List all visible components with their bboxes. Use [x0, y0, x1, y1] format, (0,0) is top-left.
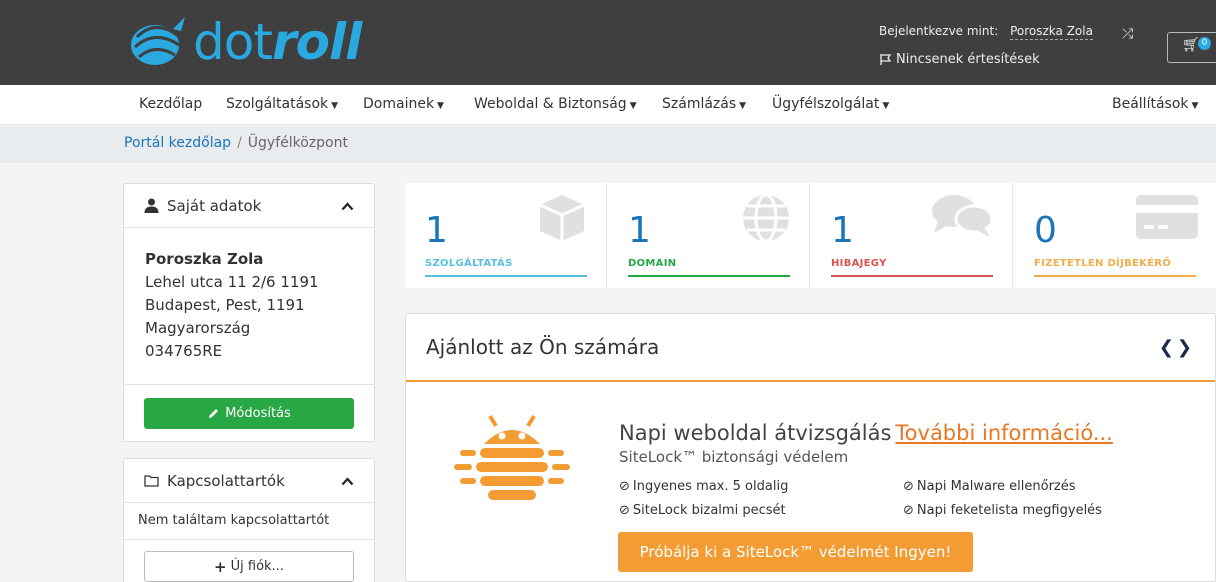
check-circle-icon: ⊘	[619, 503, 630, 518]
stat-label: SZOLGÁLTATÁS	[425, 258, 513, 269]
chevron-left-icon[interactable]: ❮	[1159, 337, 1177, 358]
sitelock-bug-icon	[454, 414, 570, 500]
nav-domains[interactable]: Domainek ▼	[363, 96, 444, 112]
nav-billing[interactable]: Számlázás ▼	[662, 96, 746, 112]
stat-value: 1	[831, 210, 854, 251]
cart-button[interactable]: 🛒︎ 0	[1167, 32, 1216, 63]
comments-icon	[932, 195, 994, 237]
chevron-right-icon[interactable]: ❯	[1177, 337, 1195, 358]
nav-home[interactable]: Kezdőlap	[139, 96, 202, 112]
breadcrumb-separator: /	[237, 135, 242, 151]
login-label: Bejelentkezve mint:	[879, 24, 999, 38]
logo-wordmark: dotroll	[193, 13, 362, 71]
stat-services[interactable]: 1 SZOLGÁLTATÁS	[405, 183, 607, 288]
contacts-empty-message: Nem találtam kapcsolattartót	[124, 503, 374, 540]
chevron-up-icon[interactable]	[341, 472, 354, 490]
chevron-up-icon[interactable]	[341, 197, 354, 215]
address-line: Magyarország	[145, 319, 251, 337]
user-icon	[144, 198, 159, 213]
breadcrumb: Portál kezdőlap / Ügyfélközpont	[0, 126, 1216, 163]
top-header: dotroll Bejelentkezve mint: Poroszka Zol…	[0, 0, 1216, 85]
armadillo-logo-icon	[131, 17, 185, 65]
recommended-card: Ajánlott az Ön számára ❮❯ Napi weboldal …	[405, 313, 1216, 582]
profile-panel: Saját adatok Poroszka Zola Lehel utca 11…	[123, 183, 375, 442]
stat-domains[interactable]: 1 DOMAIN	[608, 183, 810, 288]
carousel-arrows: ❮❯	[1159, 337, 1195, 358]
nav-services[interactable]: Szolgáltatások ▼	[226, 96, 338, 112]
stat-unpaid-invoices[interactable]: 0 FIZETETLEN DÍJBEKÉRŐ	[1014, 183, 1216, 288]
address-line: 034765RE	[145, 342, 223, 360]
check-circle-icon: ⊘	[903, 479, 914, 494]
globe-icon	[743, 193, 789, 243]
contacts-panel: Kapcsolattartók Nem találtam kapcsolatta…	[123, 458, 375, 582]
caret-down-icon: ▼	[739, 101, 747, 111]
credit-card-icon	[1136, 195, 1198, 239]
more-info-link[interactable]: További információ...	[895, 421, 1112, 445]
folder-icon	[144, 475, 159, 487]
profile-panel-header[interactable]: Saját adatok	[124, 184, 374, 228]
nav-support[interactable]: Ügyfélszolgálat ▼	[772, 96, 889, 112]
cart-count-badge: 0	[1198, 37, 1211, 50]
login-user-name[interactable]: Poroszka Zola	[1010, 24, 1093, 40]
contacts-panel-header[interactable]: Kapcsolattartók	[124, 459, 374, 503]
stat-label: FIZETETLEN DÍJBEKÉRŐ	[1034, 258, 1172, 269]
stat-underline	[628, 275, 790, 277]
try-sitelock-button[interactable]: Próbálja ki a SiteLock™ védelmét Ingyen!	[618, 532, 973, 572]
caret-down-icon: ▼	[629, 101, 637, 111]
stat-underline	[1034, 275, 1196, 277]
stat-underline	[425, 275, 587, 277]
feature-item: ⊘ Napi feketelista megfigyelés	[903, 503, 1102, 518]
cart-icon: 🛒︎	[1182, 37, 1200, 53]
stats-row: 1 SZOLGÁLTATÁS 1 DOMAIN 1 HIBAJEGY 0 FIZ…	[405, 183, 1216, 288]
cube-icon	[539, 195, 585, 241]
address-line: Lehel utca 11 2/6 1191	[145, 273, 319, 291]
notifications-text: Nincsenek értesítések	[896, 52, 1040, 67]
contacts-panel-title: Kapcsolattartók	[167, 471, 285, 490]
flag-icon	[880, 54, 892, 65]
caret-down-icon: ▼	[437, 101, 444, 111]
main-nav: Kezdőlap Szolgáltatások ▼ Domainek ▼ Webol…	[0, 85, 1216, 125]
nav-web-security[interactable]: Weboldal & Biztonság ▼	[474, 96, 637, 112]
recommended-card-header: Ajánlott az Ön számára ❮❯	[406, 314, 1215, 382]
caret-down-icon: ▼	[1191, 101, 1199, 111]
feature-item: ⊘ SiteLock bizalmi pecsét	[619, 503, 786, 518]
profile-panel-title: Saját adatok	[167, 196, 262, 215]
profile-address: Poroszka Zola Lehel utca 11 2/6 1191 Bud…	[124, 228, 374, 385]
stat-value: 1	[628, 210, 651, 251]
breadcrumb-home-link[interactable]: Portál kezdőlap	[124, 135, 231, 151]
stat-underline	[831, 275, 993, 277]
pencil-icon	[209, 409, 219, 418]
stat-tickets[interactable]: 1 HIBAJEGY	[811, 183, 1013, 288]
check-circle-icon: ⊘	[619, 479, 630, 494]
promo-heading: Napi weboldal átvizsgálás További informá…	[619, 421, 1113, 445]
breadcrumb-current: Ügyfélközpont	[247, 135, 348, 151]
notifications-link[interactable]: Nincsenek értesítések	[879, 52, 1040, 67]
stat-value: 1	[425, 210, 448, 251]
dotroll-logo[interactable]: dotroll	[125, 12, 362, 72]
plus-icon: +	[214, 557, 227, 576]
check-circle-icon: ⊘	[903, 503, 914, 518]
feature-item: ⊘ Napi Malware ellenőrzés	[903, 479, 1076, 494]
nav-settings[interactable]: Beállítások ▼	[1112, 96, 1198, 112]
shuffle-icon[interactable]: ⤮	[1122, 26, 1133, 42]
feature-item: ⊘ Ingyenes max. 5 oldalig	[619, 479, 789, 494]
profile-name: Poroszka Zola	[145, 250, 264, 268]
login-info: Bejelentkezve mint: Poroszka Zola	[879, 24, 1093, 40]
stat-label: HIBAJEGY	[831, 258, 887, 269]
caret-down-icon: ▼	[331, 101, 339, 111]
edit-profile-button[interactable]: Módosítás	[144, 398, 354, 429]
address-line: Budapest, Pest, 1191	[145, 296, 305, 314]
caret-down-icon: ▼	[882, 101, 890, 111]
stat-label: DOMAIN	[628, 258, 677, 269]
new-account-button[interactable]: + Új fiók...	[144, 551, 354, 582]
recommended-title: Ajánlott az Ön számára	[426, 335, 660, 359]
stat-value: 0	[1034, 210, 1057, 251]
promo-subheading: SiteLock™ biztonsági védelem	[619, 448, 849, 466]
